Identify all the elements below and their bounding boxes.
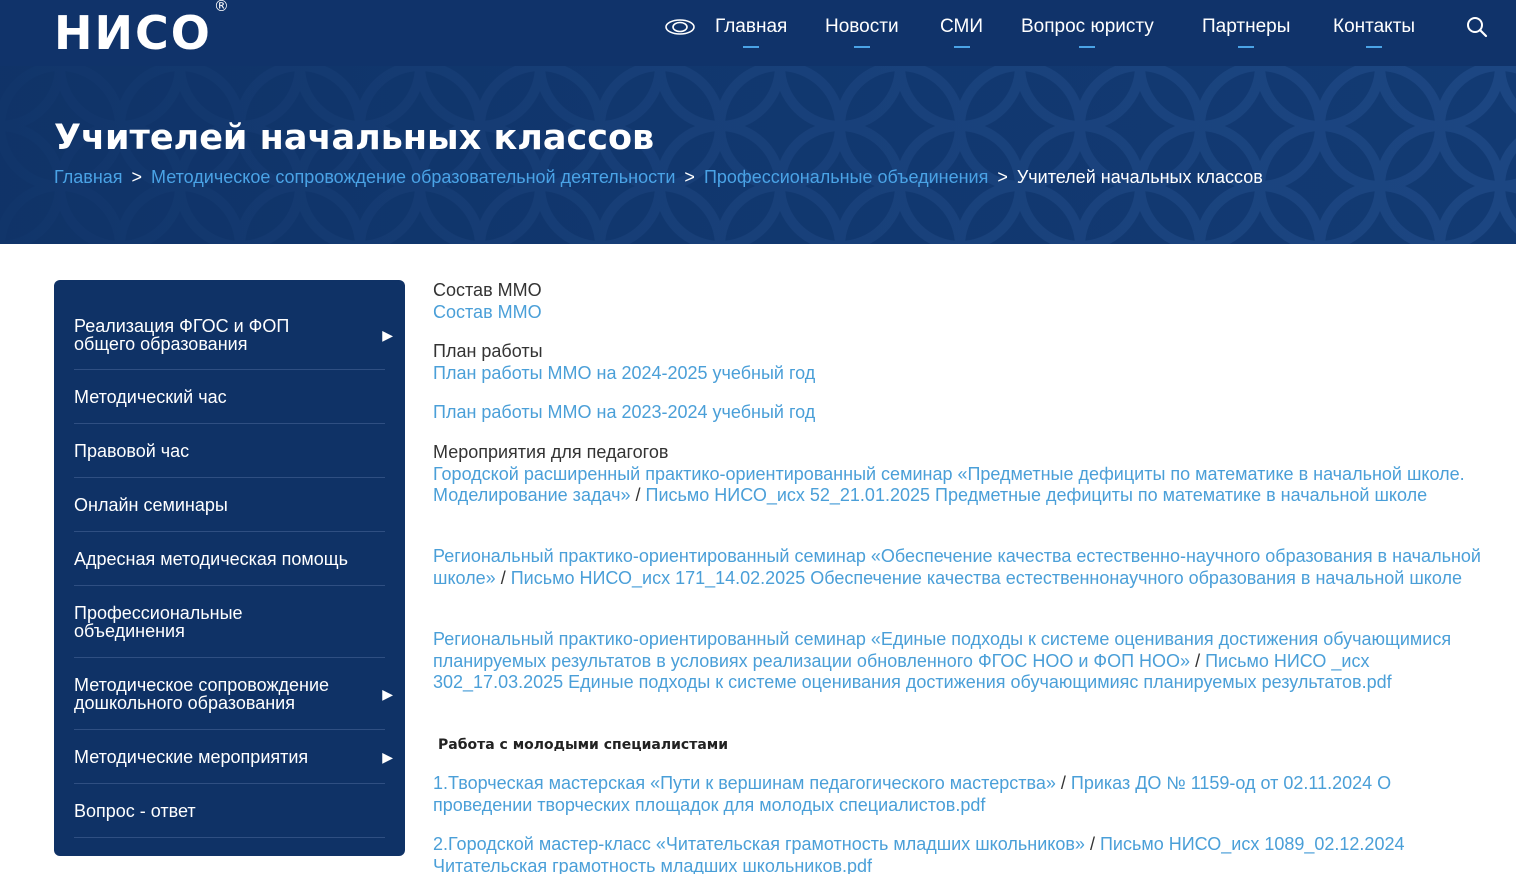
link-separator: / <box>1195 650 1201 671</box>
arrow-right-icon: ▶ <box>382 685 393 702</box>
young-1-event-link[interactable]: 1.Творческая мастерская «Пути к вершинам… <box>433 773 1056 793</box>
sidebar-item-preschool[interactable]: Методическое сопровождение дошкольного о… <box>74 658 393 730</box>
breadcrumb-separator: > <box>997 167 1008 187</box>
sidebar-item-label: Методические мероприятия <box>74 746 309 767</box>
section-label: План работы <box>433 341 543 361</box>
sidebar-item-method-hour[interactable]: Методический час <box>74 370 385 424</box>
young-1: 1.Творческая мастерская «Пути к вершинам… <box>433 773 1493 816</box>
plan-link-2023[interactable]: План работы ММО на 2023-2024 учебный год <box>433 402 815 422</box>
nav-underline <box>1079 46 1096 48</box>
section-label: Состав ММО <box>433 280 542 300</box>
nav-contacts[interactable]: Контакты <box>1333 16 1415 48</box>
search-icon[interactable] <box>1466 16 1488 38</box>
nav-home-label: Главная <box>715 16 788 37</box>
young-specialists-heading: Работа с молодыми специалистами <box>438 737 729 753</box>
sidebar-menu: Реализация ФГОС и ФОП общего образования… <box>54 280 405 856</box>
nav-underline <box>743 46 760 48</box>
nav-underline <box>953 46 970 48</box>
sidebar-item-targeted-help[interactable]: Адресная методическая помощь <box>74 532 385 586</box>
breadcrumb-home[interactable]: Главная <box>54 167 123 187</box>
breadcrumb-separator: > <box>684 167 695 187</box>
event-2-letter-link[interactable]: Письмо НИСО_исх 171_14.02.2025 Обеспечен… <box>511 568 1462 588</box>
breadcrumb-current: Учителей начальных классов <box>1016 167 1263 187</box>
event-2: Региональный практико-ориентированный се… <box>433 546 1493 589</box>
sidebar-item-label: Адресная методическая помощь <box>74 548 348 569</box>
nav-partners[interactable]: Партнеры <box>1202 16 1290 48</box>
sidebar-item-method-events[interactable]: Методические мероприятия ▶ <box>74 730 393 784</box>
page-title: Учителей начальных классов <box>54 118 655 158</box>
plan-link-2024[interactable]: План работы ММО на 2024-2025 учебный год <box>433 363 815 383</box>
nav-news-label: Новости <box>825 16 899 37</box>
sidebar-item-legal-hour[interactable]: Правовой час <box>74 424 385 478</box>
section-events: Мероприятия для педагогов Городской расш… <box>433 442 1493 507</box>
logo-text: НИСО <box>54 6 212 60</box>
breadcrumb-separator: > <box>131 167 143 187</box>
section-sostav: Состав ММО Состав ММО <box>433 280 1493 323</box>
link-separator: / <box>635 485 641 505</box>
nav-media-label: СМИ <box>940 16 983 37</box>
section-plan-2023: План работы ММО на 2023-2024 учебный год <box>433 402 1493 424</box>
section-young-heading: Работа с молодыми специалистами <box>438 735 1498 757</box>
sidebar-item-fgos[interactable]: Реализация ФГОС и ФОП общего образования… <box>74 300 393 370</box>
breadcrumb-methodical[interactable]: Методическое сопровождение образовательн… <box>151 167 675 187</box>
logo[interactable]: НИСО® <box>54 0 231 60</box>
sidebar-item-label: Реализация ФГОС и ФОП общего образования <box>74 315 290 354</box>
sidebar-item-label: Профессиональные объединения <box>74 602 243 641</box>
sidebar-item-faq[interactable]: Вопрос - ответ <box>74 784 385 838</box>
nav-lawyer-label: Вопрос юристу <box>1021 16 1154 37</box>
eye-icon[interactable] <box>664 18 696 36</box>
event-3: Региональный практико-ориентированный се… <box>433 629 1493 694</box>
nav-underline <box>853 46 870 48</box>
sidebar-item-label: Правовой час <box>74 440 190 461</box>
event-1: Городской расширенный практико-ориентиро… <box>433 464 1493 507</box>
sidebar-item-prof-associations[interactable]: Профессиональные объединения <box>74 586 385 658</box>
registered-mark: ® <box>213 0 231 15</box>
event-1-letter-link[interactable]: Письмо НИСО_исх 52_21.01.2025 Предметные… <box>646 485 1428 505</box>
header-banner: НИСО® Главная Новости СМИ Вопрос юристу … <box>0 0 1516 244</box>
sidebar-item-online-seminars[interactable]: Онлайн семинары <box>74 478 385 532</box>
nav-news[interactable]: Новости <box>825 16 899 48</box>
sidebar-item-label: Методический час <box>74 386 227 407</box>
nav-partners-label: Партнеры <box>1202 16 1291 37</box>
sidebar-item-label: Онлайн семинары <box>74 494 228 515</box>
sostav-link[interactable]: Состав ММО <box>433 302 542 322</box>
nav-underline <box>1238 46 1255 48</box>
nav-contacts-label: Контакты <box>1333 16 1416 37</box>
young-2-event-link[interactable]: 2.Городской мастер-класс «Читательская г… <box>433 834 1085 854</box>
sidebar-item-label: Методическое сопровождение дошкольного о… <box>74 674 330 713</box>
arrow-right-icon: ▶ <box>382 326 393 343</box>
young-2: 2.Городской мастер-класс «Читательская г… <box>433 834 1493 874</box>
nav-media[interactable]: СМИ <box>940 16 983 48</box>
breadcrumb-associations[interactable]: Профессиональные объединения <box>704 167 988 187</box>
link-separator: / <box>500 567 506 588</box>
nav-lawyer[interactable]: Вопрос юристу <box>1021 16 1154 48</box>
link-separator: / <box>1089 834 1095 854</box>
nav-underline <box>1366 46 1383 48</box>
nav-home[interactable]: Главная <box>715 16 787 48</box>
link-separator: / <box>1060 773 1066 793</box>
section-label: Мероприятия для педагогов <box>433 442 669 462</box>
section-plan: План работы План работы ММО на 2024-2025… <box>433 341 1493 384</box>
breadcrumb: Главная > Методическое сопровождение образ… <box>54 167 1263 188</box>
sidebar-item-label: Вопрос - ответ <box>74 800 196 821</box>
arrow-right-icon: ▶ <box>382 748 393 765</box>
